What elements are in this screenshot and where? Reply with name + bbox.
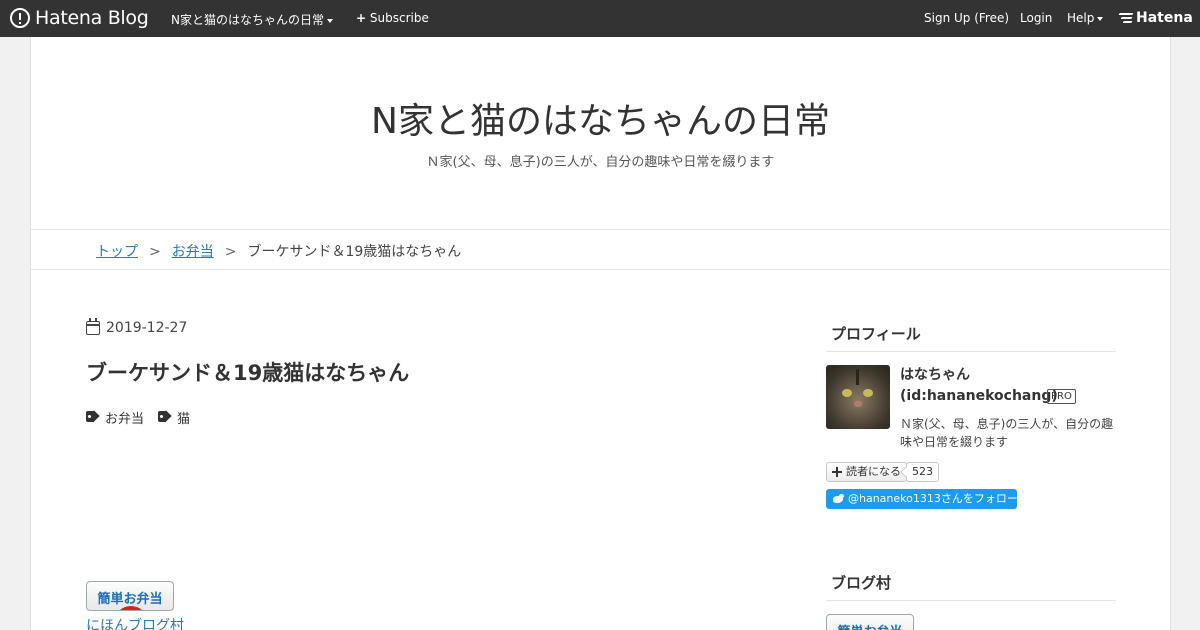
- breadcrumb-separator: >: [224, 244, 237, 260]
- breadcrumb-separator: >: [149, 244, 161, 260]
- hatena-mark-icon: [1118, 11, 1134, 25]
- chevron-down-icon: [1097, 16, 1104, 21]
- profile-name-link[interactable]: はなちゃん (id:hananekochang): [900, 365, 1058, 407]
- brand-logo-text: Hatena Blog: [35, 7, 149, 29]
- entry-date-text: 2019-12-27: [106, 320, 188, 336]
- subscribe-label: Subscribe: [369, 11, 429, 25]
- breadcrumb-current: ブーケサンド＆19歳猫はなちゃん: [247, 244, 462, 260]
- avatar[interactable]: [826, 365, 890, 429]
- breadcrumb-bar: トップ > お弁当 > ブーケサンド＆19歳猫はなちゃん: [31, 229, 1170, 270]
- blogmura-banner-text: 簡単お弁当: [97, 592, 163, 607]
- category-label: 猫: [177, 412, 191, 427]
- plus-icon: [832, 467, 842, 477]
- plus-icon: +: [356, 11, 367, 25]
- reader-count-badge[interactable]: 523: [906, 462, 939, 482]
- breadcrumb-top-link[interactable]: トップ: [96, 244, 138, 260]
- blog-container: N家と猫のはなちゃんの日常 Ｎ家(父、母、息子)の三人が、自分の趣味や日常を綴り…: [30, 37, 1171, 630]
- profile-description: Ｎ家(父、母、息子)の三人が、自分の趣味や日常を綴ります: [900, 417, 1114, 449]
- signup-link[interactable]: Sign Up (Free): [924, 11, 1009, 25]
- hatena-brand-text: Hatena: [1136, 10, 1193, 26]
- help-label: Help: [1067, 11, 1095, 25]
- category-link[interactable]: お弁当: [86, 408, 144, 427]
- tag-icon: [86, 411, 100, 424]
- global-header: Hatena Blog N家と猫のはなちゃんの日常 + Subscribe Si…: [0, 0, 1200, 37]
- hatena-blog-logo-icon: [10, 8, 30, 28]
- calendar-icon: [86, 318, 100, 335]
- blog-menu-dropdown[interactable]: N家と猫のはなちゃんの日常: [171, 11, 333, 28]
- twitter-bird-icon: [832, 494, 844, 504]
- twitter-follow-button[interactable]: @hananeko1313さんをフォロー: [826, 489, 1018, 509]
- hatena-blog-logo[interactable]: Hatena Blog: [10, 7, 149, 29]
- reader-button-label: 読者になる: [846, 465, 901, 478]
- category-label: お弁当: [105, 412, 145, 427]
- blogmura-banner[interactable]: 簡単お弁当: [86, 581, 174, 611]
- subscribe-reader-button[interactable]: 読者になる: [826, 462, 907, 482]
- blogmura-link[interactable]: にほんブログ村: [86, 615, 184, 630]
- subscribe-button[interactable]: + Subscribe: [356, 11, 429, 25]
- login-link[interactable]: Login: [1020, 11, 1052, 25]
- blog-menu-label: N家と猫のはなちゃんの日常: [171, 13, 324, 27]
- profile-id: (id:hananekochang): [900, 388, 1058, 404]
- help-dropdown[interactable]: Help: [1067, 11, 1104, 25]
- entry-categories: お弁当 猫: [86, 408, 204, 427]
- blog-description: Ｎ家(父、母、息子)の三人が、自分の趣味や日常を綴ります: [426, 155, 775, 170]
- blogmura-heading: ブログ村: [826, 572, 1116, 601]
- entry-date[interactable]: 2019-12-27: [86, 318, 188, 336]
- breadcrumb: トップ > お弁当 > ブーケサンド＆19歳猫はなちゃん: [96, 241, 461, 261]
- hatena-brand-link[interactable]: Hatena: [1118, 10, 1193, 26]
- profile-name: はなちゃん: [900, 367, 970, 383]
- breadcrumb-category-link[interactable]: お弁当: [172, 244, 214, 260]
- pro-badge: PRO: [1047, 389, 1076, 404]
- tag-icon: [158, 411, 172, 424]
- twitter-follow-label: @hananeko1313さんをフォロー: [848, 492, 1018, 505]
- sidebar-blogmura-banner[interactable]: 簡単お弁当: [826, 614, 914, 630]
- profile-heading: プロフィール: [826, 323, 1116, 352]
- category-link[interactable]: 猫: [158, 408, 190, 427]
- blog-title[interactable]: N家と猫のはなちゃんの日常: [31, 92, 1170, 144]
- chevron-down-icon: [326, 18, 333, 23]
- entry-title[interactable]: ブーケサンド＆19歳猫はなちゃん: [86, 357, 409, 387]
